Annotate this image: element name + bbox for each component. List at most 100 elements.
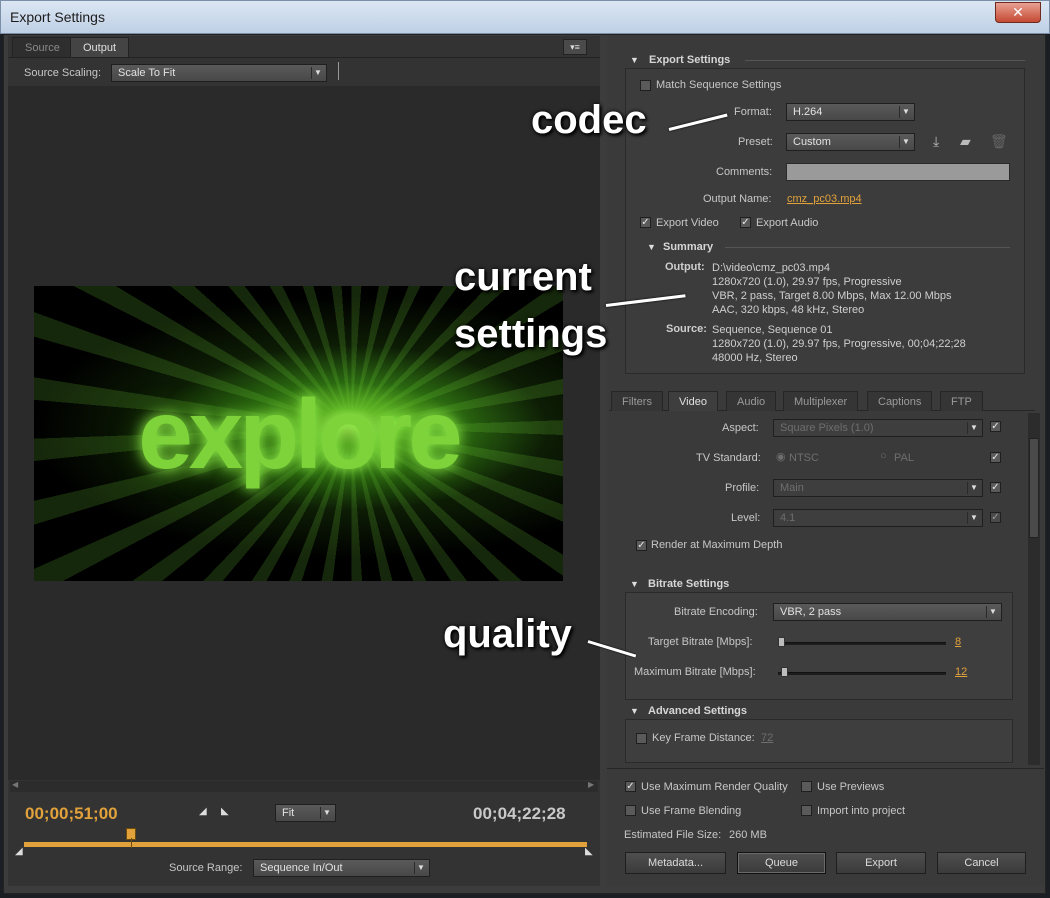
in-point-marker-icon[interactable]: ◢	[15, 846, 23, 857]
target-bitrate-thumb[interactable]	[778, 637, 785, 647]
bitrate-collapse-icon[interactable]: ▼	[630, 579, 639, 589]
pal-radio[interactable]: ○	[880, 450, 887, 462]
max-render-quality-checkbox[interactable]: ✓	[625, 781, 636, 792]
tab-video[interactable]: Video	[668, 391, 718, 411]
timeline-range-bar[interactable]	[24, 842, 587, 847]
export-audio-checkbox[interactable]: ✓	[740, 217, 751, 228]
tab-ftp[interactable]: FTP	[940, 391, 983, 411]
match-sequence-checkbox[interactable]	[640, 80, 651, 91]
close-button[interactable]: ✕	[995, 2, 1041, 23]
frame-blending-label: Use Frame Blending	[641, 805, 742, 817]
annotation-current: current	[454, 255, 592, 299]
keyframe-distance-label: Key Frame Distance:	[652, 732, 755, 744]
duration-timecode: 00;04;22;28	[473, 804, 566, 823]
profile-label: Profile:	[725, 482, 760, 494]
keyframe-distance-checkbox[interactable]	[636, 733, 647, 744]
advanced-collapse-icon[interactable]: ▼	[630, 706, 639, 716]
ntsc-radio[interactable]: ◉	[776, 450, 786, 463]
scroll-thumb[interactable]	[1029, 438, 1039, 538]
preset-dropdown[interactable]: Custom ▼	[786, 133, 915, 151]
import-project-label: Import into project	[817, 805, 906, 817]
keyframe-distance-value[interactable]: 72	[761, 732, 773, 744]
cancel-button[interactable]: Cancel	[937, 852, 1026, 874]
aspect-match-checkbox[interactable]: ✓	[990, 421, 1001, 432]
scroll-right-icon[interactable]: ▶	[588, 780, 594, 789]
max-bitrate-thumb[interactable]	[781, 667, 788, 677]
import-project-checkbox[interactable]	[801, 805, 812, 816]
scroll-left-icon[interactable]: ◀	[12, 780, 18, 789]
current-timecode[interactable]: 00;00;51;00	[25, 804, 118, 824]
tv-standard-match-checkbox[interactable]: ✓	[990, 452, 1001, 463]
collapse-triangle-icon[interactable]: ▼	[630, 55, 639, 65]
source-scaling-value: Scale To Fit	[118, 67, 176, 79]
source-range-dropdown[interactable]: Sequence In/Out ▼	[253, 859, 430, 877]
level-dropdown[interactable]: 4.1 ▼	[773, 509, 983, 527]
summary-output-line: VBR, 2 pass, Target 8.00 Mbps, Max 12.00…	[712, 290, 952, 302]
annotation-quality: quality	[443, 612, 572, 656]
aspect-dropdown[interactable]: Square Pixels (1.0) ▼	[773, 419, 983, 437]
source-scaling-label: Source Scaling:	[24, 67, 102, 79]
frame-blending-checkbox[interactable]	[625, 805, 636, 816]
window-title: Export Settings	[10, 9, 105, 25]
target-bitrate-value[interactable]: 8	[955, 636, 961, 648]
tab-filters[interactable]: Filters	[611, 391, 663, 411]
tab-source[interactable]: Source	[12, 37, 73, 58]
import-preset-icon[interactable]: ▰	[960, 133, 971, 150]
tab-multiplexer[interactable]: Multiplexer	[783, 391, 859, 411]
bitrate-encoding-value: VBR, 2 pass	[780, 606, 842, 618]
preview-hscrollbar[interactable]	[10, 781, 598, 792]
set-out-point-icon[interactable]: ◣	[221, 806, 229, 817]
format-dropdown[interactable]: H.264 ▼	[786, 103, 915, 121]
chevron-down-icon: ▼	[311, 67, 324, 79]
bitrate-settings-header: Bitrate Settings	[648, 578, 730, 590]
preset-value: Custom	[793, 136, 831, 148]
comments-input[interactable]	[786, 163, 1010, 181]
playhead-line	[131, 838, 132, 848]
queue-button[interactable]: Queue	[737, 852, 826, 874]
summary-source-line: 48000 Hz, Stereo	[712, 352, 798, 364]
zoom-dropdown[interactable]: Fit ▼	[275, 804, 336, 822]
chevron-down-icon: ▼	[967, 422, 980, 434]
tab-captions[interactable]: Captions	[867, 391, 933, 411]
level-label: Level:	[731, 512, 761, 524]
use-previews-checkbox[interactable]	[801, 781, 812, 792]
tab-audio[interactable]: Audio	[726, 391, 777, 411]
title-bar: Export Settings ✕	[0, 0, 1050, 34]
ntsc-label: NTSC	[789, 452, 819, 464]
chevron-down-icon: ▼	[320, 807, 333, 819]
comments-label: Comments:	[716, 166, 773, 178]
format-value: H.264	[793, 106, 823, 118]
profile-match-checkbox[interactable]: ✓	[990, 482, 1001, 493]
level-value: 4.1	[780, 512, 796, 524]
max-bitrate-value[interactable]: 12	[955, 666, 967, 678]
metadata-button[interactable]: Metadata...	[625, 852, 726, 874]
output-name-link[interactable]: cmz_pc03.mp4	[787, 193, 862, 205]
panel-menu-icon[interactable]: ▾≡	[563, 39, 587, 55]
bitrate-encoding-dropdown[interactable]: VBR, 2 pass ▼	[773, 603, 1002, 621]
match-sequence-label: Match Sequence Settings	[656, 79, 782, 91]
summary-output-line: AAC, 320 kbps, 48 kHz, Stereo	[712, 304, 865, 316]
export-video-checkbox[interactable]: ✓	[640, 217, 651, 228]
profile-dropdown[interactable]: Main ▼	[773, 479, 983, 497]
summary-collapse-icon[interactable]: ▼	[647, 242, 656, 252]
delete-preset-icon[interactable]: 🗑	[990, 133, 1008, 150]
summary-rule	[725, 247, 1010, 248]
tab-output[interactable]: Output	[70, 37, 130, 58]
summary-output-line: D:\video\cmz_pc03.mp4	[712, 262, 830, 274]
profile-value: Main	[780, 482, 804, 494]
out-point-marker-icon[interactable]: ◣	[585, 846, 593, 857]
summary-output-lines: D:\video\cmz_pc03.mp4 1280x720 (1.0), 29…	[712, 261, 951, 317]
chevron-down-icon: ▼	[899, 136, 912, 148]
max-bitrate-slider[interactable]	[778, 672, 946, 675]
source-scaling-dropdown[interactable]: Scale To Fit ▼	[111, 64, 327, 82]
level-match-checkbox[interactable]: ✓	[990, 512, 1001, 523]
set-in-point-icon[interactable]: ◢	[199, 806, 207, 817]
summary-source-line: 1280x720 (1.0), 29.97 fps, Progressive, …	[712, 338, 966, 350]
export-button[interactable]: Export	[836, 852, 926, 874]
save-preset-icon[interactable]: ⤓	[933, 133, 939, 150]
chevron-down-icon: ▼	[899, 106, 912, 118]
header-rule	[745, 60, 1025, 61]
render-max-depth-checkbox[interactable]: ✓	[636, 540, 647, 551]
target-bitrate-slider[interactable]	[778, 642, 946, 645]
export-audio-label: Export Audio	[756, 217, 819, 229]
